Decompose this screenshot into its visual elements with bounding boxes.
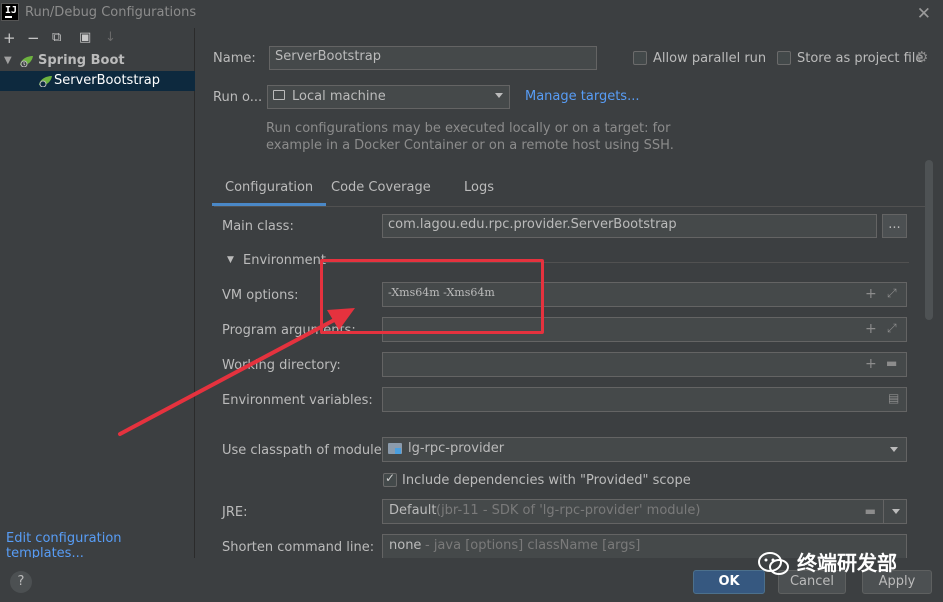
ok-button[interactable]: OK [693,570,765,594]
gear-icon[interactable]: ⚙ [915,48,928,66]
add-icon[interactable]: + [3,29,16,47]
vertical-scrollbar[interactable] [925,160,933,320]
environment-caret-icon[interactable]: ▼ [227,255,234,265]
environment-section-label: Environment [243,253,327,268]
sort-icon[interactable]: ↓ [105,29,116,47]
tree-item-serverbootstrap[interactable]: ServerBootstrap [0,71,195,91]
configurations-tree-panel: + − ⧉ ▣ ↓ ▼ Spring Boot ServerBootstrap … [0,28,195,561]
add-icon[interactable]: + [865,321,877,337]
module-badge-icon [395,448,401,454]
expand-caret-icon[interactable]: ▼ [4,51,12,71]
allow-parallel-label: Allow parallel run [653,51,767,66]
store-project-file-label: Store as project file [797,51,924,66]
classpath-module-select[interactable]: lg-rpc-provider [382,437,907,462]
add-icon[interactable]: + [865,356,877,372]
wechat-icon [758,552,789,575]
main-class-input[interactable]: com.lagou.edu.rpc.provider.ServerBootstr… [382,214,877,238]
remove-icon[interactable]: − [27,29,40,47]
computer-icon [273,90,285,100]
browse-main-class-button[interactable]: ... [882,214,907,238]
folder-icon[interactable]: ▬ [886,356,897,370]
shorten-command-label: Shorten command line: [222,540,375,555]
vm-options-label: VM options: [222,288,299,303]
working-directory-label: Working directory: [222,358,341,373]
chevron-down-icon[interactable] [892,509,900,514]
annotation-highlight-box [320,259,544,334]
watermark-text: 终端研发部 [797,551,897,575]
jre-select[interactable]: Default (jbr-11 - SDK of 'lg-rpc-provide… [382,499,907,524]
tree-item-label: ServerBootstrap [54,73,160,88]
configuration-editor: Name: ServerBootstrap Allow parallel run… [196,28,943,559]
jre-detail: (jbr-11 - SDK of 'lg-rpc-provider' modul… [436,503,701,518]
chevron-down-icon [890,447,898,452]
expand-icon[interactable]: ⤢ [887,321,897,336]
title-bar: IJ Run/Debug Configurations ✕ [0,0,943,28]
close-icon[interactable]: ✕ [917,4,931,24]
allow-parallel-checkbox[interactable] [633,51,647,65]
expand-icon[interactable]: ⤢ [887,286,897,301]
folder-icon[interactable]: ▬ [865,501,876,521]
add-icon[interactable]: + [865,286,877,302]
edit-templates-link[interactable]: Edit configuration templates... [6,531,194,561]
run-on-hint-line2: example in a Docker Container or on a re… [266,138,674,153]
manage-targets-link[interactable]: Manage targets... [525,89,639,104]
name-label: Name: [213,51,256,66]
run-on-label: Run o... [213,90,263,105]
include-provided-label: Include dependencies with "Provided" sco… [402,473,691,488]
store-project-file-checkbox[interactable] [777,51,791,65]
working-directory-input[interactable] [382,352,907,377]
spring-boot-icon [20,56,33,67]
tab-code-coverage[interactable]: Code Coverage [318,172,444,206]
intellij-logo-icon: IJ [1,3,19,21]
spring-boot-config-icon [39,76,52,87]
tree-toolbar: + − ⧉ ▣ ↓ [0,28,194,50]
jre-divider [883,500,884,523]
jre-value: Default [389,503,437,518]
window-title: Run/Debug Configurations [25,5,197,20]
tab-logs[interactable]: Logs [451,172,507,206]
copy-icon[interactable]: ⧉ [52,29,61,47]
name-input[interactable]: ServerBootstrap [269,46,597,70]
tree-group-spring-boot[interactable]: ▼ Spring Boot [0,51,195,71]
run-on-value: Local machine [292,89,386,104]
tab-configuration[interactable]: Configuration [212,172,327,206]
jre-label: JRE: [222,505,248,520]
folder-icon[interactable]: ▣ [79,29,91,47]
classpath-module-value: lg-rpc-provider [408,441,505,456]
run-on-hint-line1: Run configurations may be executed local… [266,121,671,136]
environment-variables-input[interactable] [382,387,907,412]
shorten-command-detail: - java [options] className [args] [425,538,641,553]
document-icon[interactable]: ▤ [888,391,899,405]
chevron-down-icon [495,93,503,98]
environment-variables-label: Environment variables: [222,393,373,408]
shorten-command-value: none [389,538,422,553]
classpath-module-label: Use classpath of module: [222,443,387,458]
tree-group-label: Spring Boot [38,53,125,68]
help-button[interactable]: ? [10,571,32,593]
main-class-label: Main class: [222,219,294,234]
include-provided-checkbox[interactable] [383,471,397,487]
run-on-select[interactable]: Local machine [267,85,510,109]
